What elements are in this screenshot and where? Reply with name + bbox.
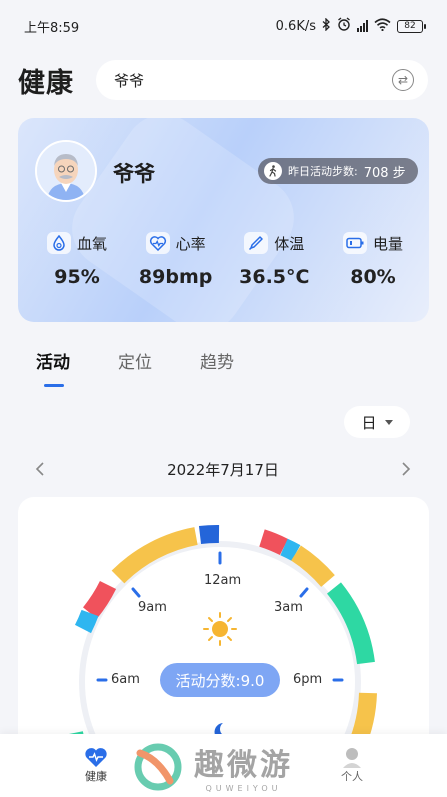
heart-rate-icon <box>145 232 170 254</box>
page-title: 健康 <box>18 67 74 99</box>
profile-card[interactable]: 爷爷 昨日活动步数: 708 步 血氧 95% 心率 89bmp 体温 36.5… <box>18 118 429 322</box>
ring-segment <box>259 529 289 556</box>
activity-score: 活动分数:9.0 <box>160 663 280 697</box>
grandpa-avatar-icon <box>37 142 95 200</box>
card-decoration <box>56 118 310 322</box>
nav-item-profile[interactable]: 个人 <box>340 746 364 784</box>
cellular-signal-icon <box>357 20 368 32</box>
ring-segment <box>326 582 375 665</box>
metric-value: 95% <box>54 266 100 288</box>
metric-label: 电量 <box>372 234 403 253</box>
bottom-nav: 健康 趣微游 QUWEIYOU 个人 <box>0 734 447 797</box>
battery-status-icon: 82 <box>397 19 426 33</box>
clock-label-6am: 6am <box>111 672 140 687</box>
net-speed: 0.6K/s <box>275 18 316 34</box>
metric-label: 血氧 <box>76 234 107 253</box>
metric-label: 心率 <box>175 234 206 253</box>
walking-icon <box>264 162 282 180</box>
steps-label: 昨日活动步数: <box>288 165 358 178</box>
tab-trend[interactable]: 趋势 <box>200 348 234 373</box>
watermark: 趣微游 QUWEIYOU <box>130 740 293 793</box>
tick-mark <box>131 587 141 598</box>
dropdown-arrow-icon <box>384 419 393 425</box>
sun-icon <box>203 612 237 646</box>
ring-segment <box>198 524 220 544</box>
member-search-box[interactable]: ⇄ <box>96 60 428 100</box>
metric-temperature[interactable]: 体温 36.5°C <box>229 232 319 288</box>
period-selected: 日 <box>361 413 377 432</box>
drop-icon <box>46 232 71 254</box>
tab-activity[interactable]: 活动 <box>36 348 70 387</box>
metric-heart-rate[interactable]: 心率 89bmp <box>131 232 221 288</box>
metric-value: 89bmp <box>138 266 213 288</box>
nav-item-health[interactable]: 健康 <box>84 746 108 784</box>
ring-segment <box>74 609 99 634</box>
header: 健康 ⇄ <box>18 58 428 102</box>
metric-label: 体温 <box>274 234 305 253</box>
clock-label-6pm: 6pm <box>293 672 323 687</box>
thermometer-icon <box>244 232 269 254</box>
ring-segment <box>111 527 198 584</box>
steps-value: 708 步 <box>363 165 406 181</box>
battery-icon <box>342 232 367 254</box>
metric-value: 36.5°C <box>239 266 310 288</box>
bluetooth-icon <box>322 16 331 35</box>
heart-icon <box>85 748 107 767</box>
avatar[interactable] <box>35 140 97 202</box>
ring-segment <box>280 538 301 561</box>
clock-label-3am: 3am <box>274 600 303 615</box>
nav-label: 健康 <box>85 770 107 783</box>
nav-label: 个人 <box>341 770 363 783</box>
date-navigator: 2022年7月17日 <box>28 454 418 484</box>
chevron-right-icon <box>402 462 411 476</box>
watermark-text: 趣微游 <box>194 748 293 783</box>
wifi-icon <box>374 17 391 35</box>
alarm-icon <box>337 17 351 35</box>
previous-day-button[interactable] <box>28 457 52 481</box>
status-time: 上午8:59 <box>24 20 80 36</box>
ring-segment <box>290 545 335 588</box>
metric-value: 80% <box>350 266 396 288</box>
status-icons: 0.6K/s 82 <box>275 16 426 35</box>
tab-location[interactable]: 定位 <box>118 348 152 373</box>
chevron-left-icon <box>35 462 44 476</box>
person-icon <box>343 748 361 768</box>
member-search-input[interactable] <box>114 71 314 89</box>
user-name: 爷爷 <box>113 162 155 186</box>
period-select[interactable]: 日 <box>344 406 410 438</box>
status-bar: 上午8:59 0.6K/s 82 <box>0 0 447 52</box>
clock-label-12am: 12am <box>204 573 242 588</box>
yesterday-steps-badge: 昨日活动步数: 708 步 <box>258 158 418 184</box>
watermark-logo-icon <box>134 743 182 790</box>
tick-mark <box>299 587 309 598</box>
metric-blood-oxygen[interactable]: 血氧 95% <box>32 232 122 288</box>
watermark-subtext: QUWEIYOU <box>205 784 282 793</box>
current-date: 2022年7月17日 <box>167 460 279 479</box>
health-metrics: 血氧 95% 心率 89bmp 体温 36.5°C 电量 80% <box>32 232 418 288</box>
switch-member-icon[interactable]: ⇄ <box>392 69 414 91</box>
metric-battery[interactable]: 电量 80% <box>328 232 418 288</box>
tab-bar: 活动 定位 趋势 <box>36 348 234 387</box>
next-day-button[interactable] <box>394 457 418 481</box>
clock-label-9am: 9am <box>138 600 167 615</box>
